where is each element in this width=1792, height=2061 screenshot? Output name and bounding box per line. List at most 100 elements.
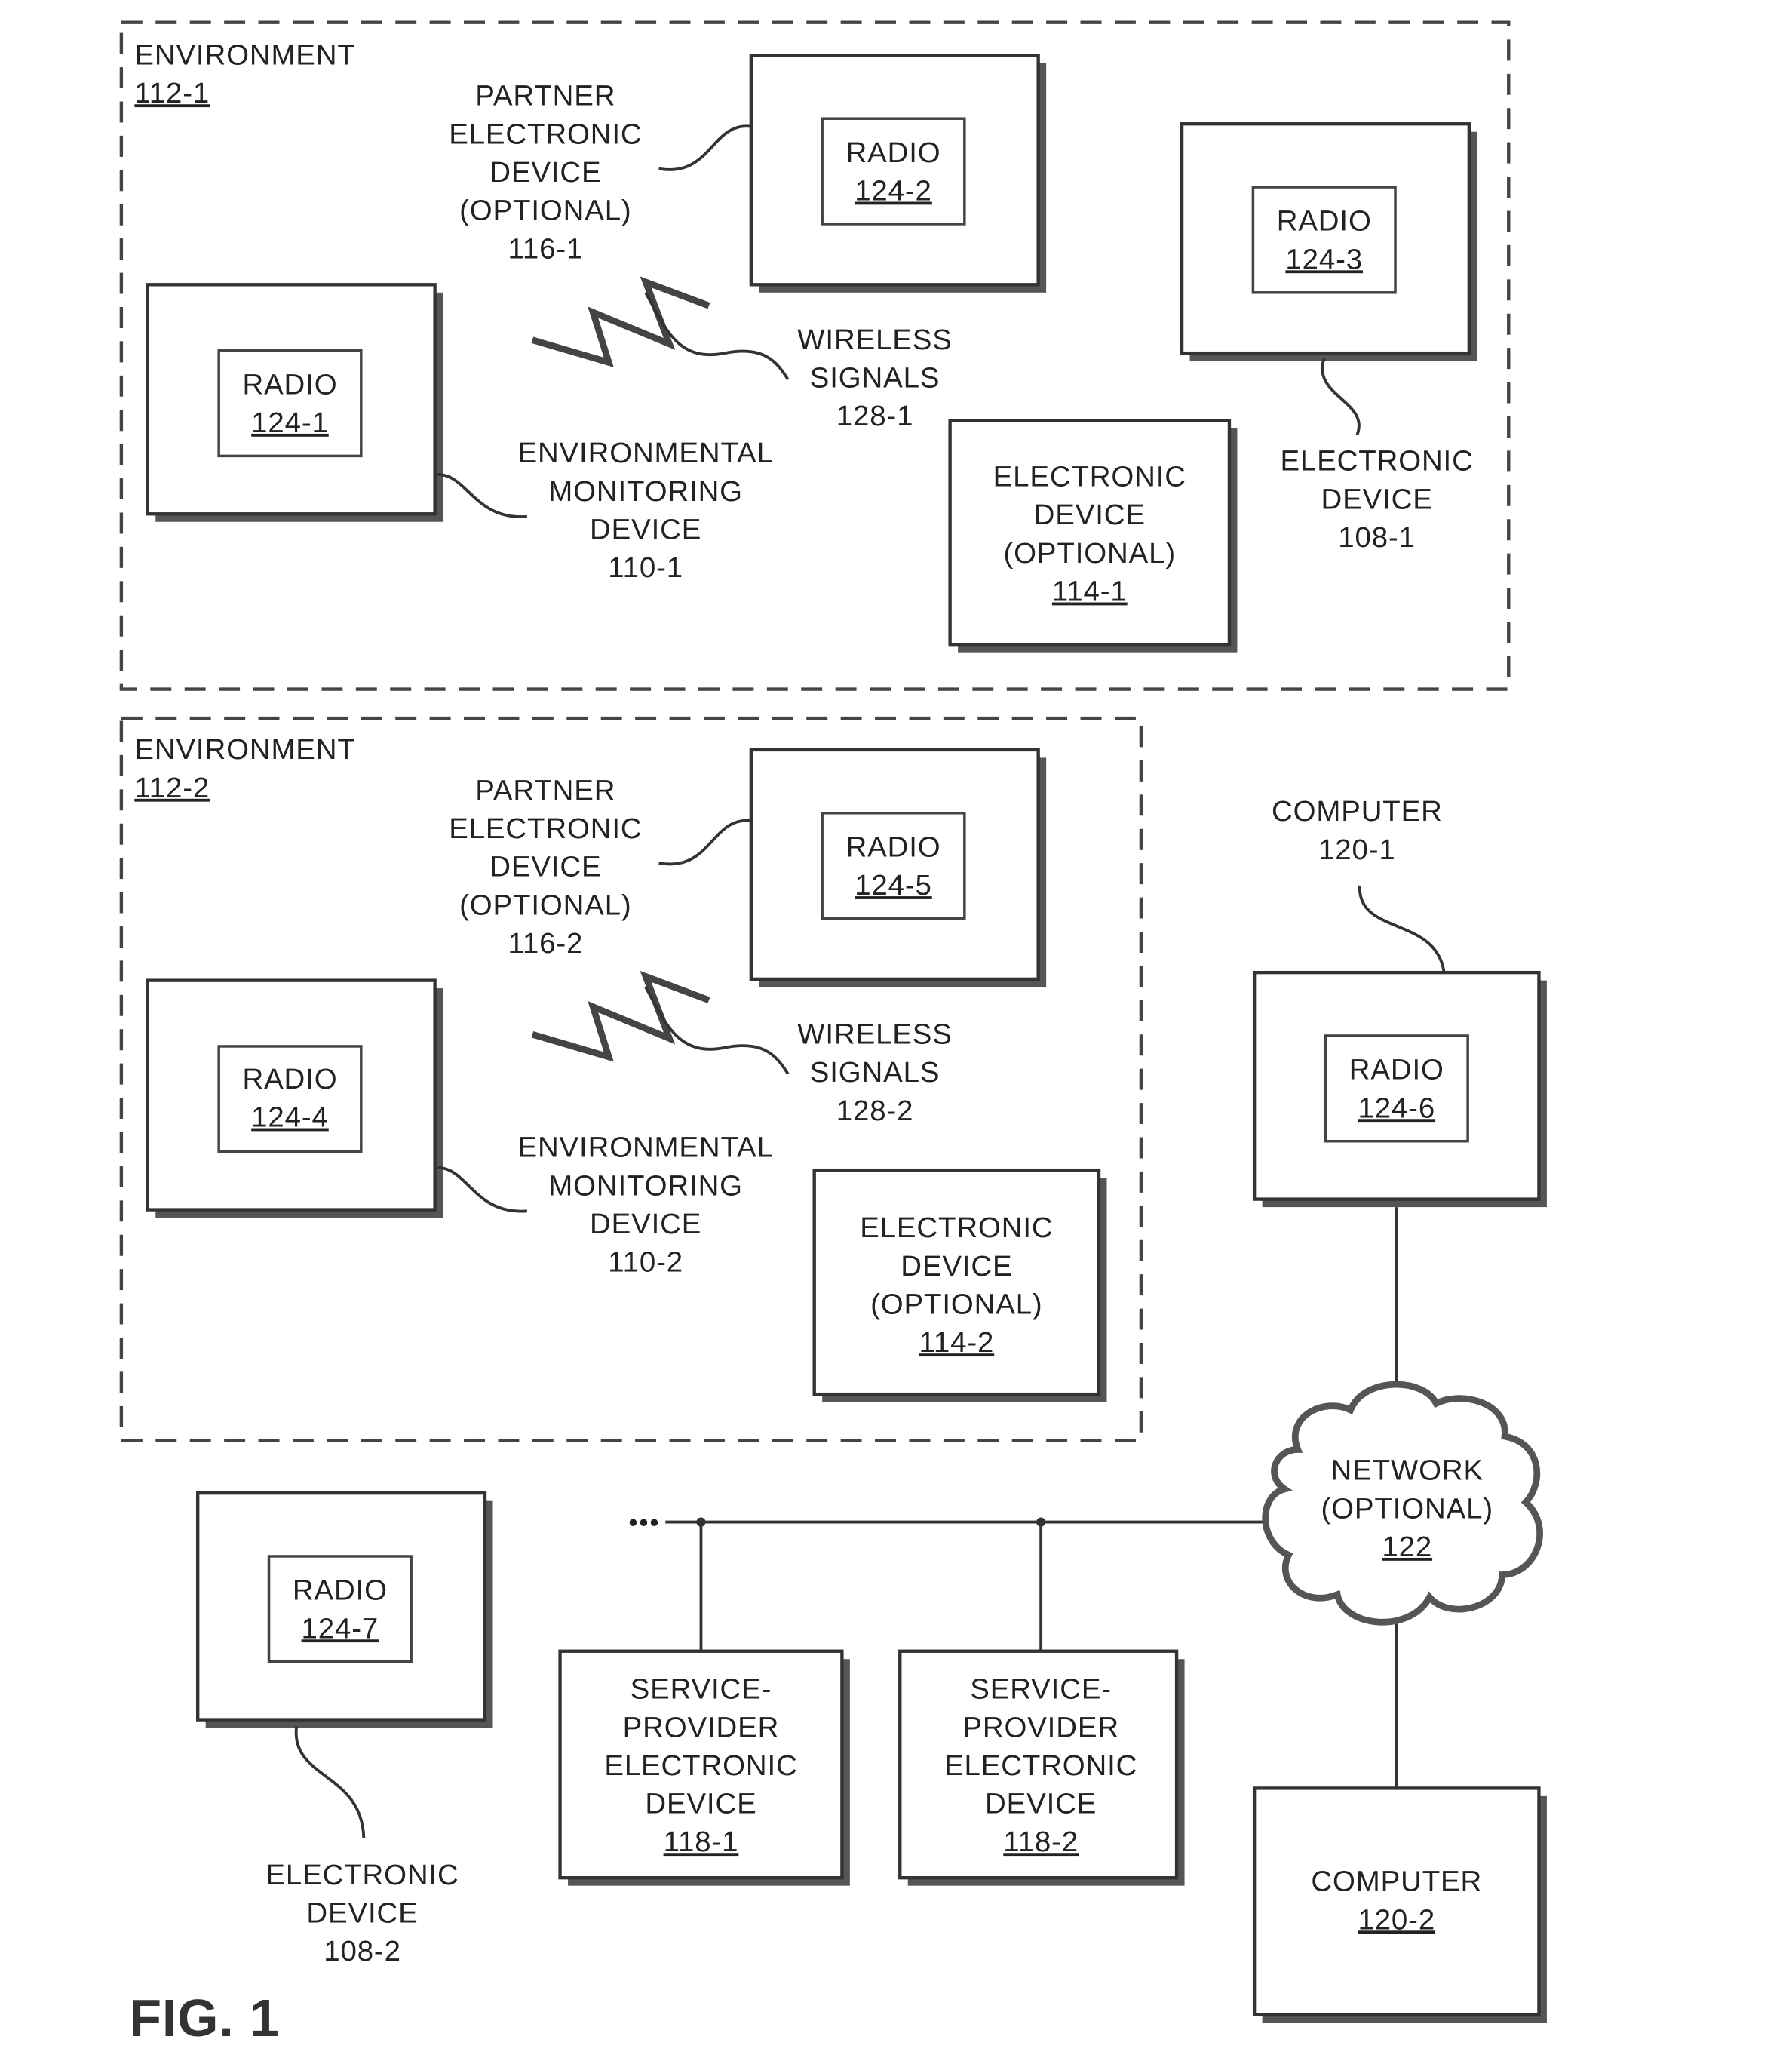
electronic-device-optional-114-1: ELECTRONIC DEVICE (OPTIONAL) 114-1 [948,419,1238,653]
callout-line: 128-1 [836,400,914,432]
box-line: ELECTRONIC [944,1749,1137,1782]
callout-line: PARTNER [475,774,615,806]
leader-line-120-1 [1358,885,1446,973]
service-provider-device-118-2: SERVICE- PROVIDER ELECTRONIC DEVICE 118-… [898,1649,1185,1886]
computer-120-1: RADIO 124-6 [1252,970,1547,1208]
leader-line-110-2 [437,1166,528,1213]
environment-112-1-title: ENVIRONMENT [134,39,355,72]
leader-line-108-1 [1321,358,1361,436]
callout-wireless-128-1: WIRELESS SIGNALS 128-1 [797,324,952,432]
callout-line: MONITORING [548,1169,743,1202]
radio-124-7 [267,1555,413,1663]
wireless-signal-icon-128-1 [531,276,710,367]
radio-124-2-label: RADIO [846,137,941,169]
callout-line: (OPTIONAL) [459,195,632,227]
box-line: DEVICE [1034,499,1146,531]
callout-partner-116-2: PARTNER ELECTRONIC DEVICE (OPTIONAL) 116… [449,774,642,960]
box-ref: 120-2 [1358,1903,1435,1936]
figure-label: FIG. 1 [129,1989,279,2047]
network-label: NETWORK [1331,1454,1484,1487]
electronic-device-108-2: RADIO 124-7 [196,1491,493,1728]
callout-line: ELECTRONIC [449,812,642,845]
callout-line: DEVICE [590,513,701,545]
radio-124-5-label: RADIO [846,831,941,863]
radio-124-3-label: RADIO [1277,205,1372,238]
box-line: (OPTIONAL) [1004,537,1177,570]
radio-124-4-ref: 124-4 [251,1101,329,1134]
radio-124-5 [821,812,966,920]
callout-wireless-128-2: WIRELESS SIGNALS 128-2 [797,1018,952,1126]
callout-line: PARTNER [475,80,615,112]
box-ref: 118-1 [664,1826,739,1858]
box-line: ELECTRONIC [604,1749,797,1782]
box-line: SERVICE- [631,1673,772,1706]
callout-line: DEVICE [489,851,601,883]
radio-124-4-label: RADIO [242,1063,337,1095]
junction-dot [696,1517,706,1527]
callout-line: SIGNALS [810,362,940,395]
callout-line: COMPUTER [1272,795,1443,828]
box-line: ELECTRONIC [860,1212,1053,1244]
callout-electronic-108-2: ELECTRONIC DEVICE 108-2 [265,1859,458,1967]
radio-124-1 [217,349,363,458]
wireless-signal-icon-128-2 [531,970,710,1062]
radio-124-7-ref: 124-7 [302,1612,379,1645]
callout-line: 110-1 [608,551,683,584]
radio-124-1-ref: 124-1 [251,407,329,439]
box-line: COMPUTER [1311,1866,1482,1898]
callout-line: 110-2 [608,1246,683,1279]
ellipsis-more-devices: ••• [628,1508,660,1537]
callout-line: SIGNALS [810,1056,940,1089]
radio-124-6 [1324,1034,1469,1143]
callout-line: ENVIRONMENTAL [517,1132,773,1164]
leader-line-110-1 [437,472,528,518]
callout-line: DEVICE [306,1897,418,1930]
callout-line: 116-2 [508,927,583,960]
box-line: SERVICE- [970,1673,1112,1706]
box-ref: 114-2 [919,1326,994,1359]
callout-line: ELECTRONIC [1280,445,1473,478]
callout-line: (OPTIONAL) [459,889,632,921]
callout-environmental-monitoring-110-2: ENVIRONMENTAL MONITORING DEVICE 110-2 [517,1132,773,1279]
callout-computer-120-1: COMPUTER 120-1 [1272,795,1443,866]
radio-124-2-ref: 124-2 [855,175,932,207]
box-line: PROVIDER [962,1711,1119,1743]
box-line: PROVIDER [623,1711,780,1743]
callout-line: DEVICE [590,1208,701,1240]
box-line: DEVICE [985,1788,1097,1820]
callout-line: MONITORING [548,475,743,508]
box-line: DEVICE [645,1788,756,1820]
system-diagram: ENVIRONMENT 112-1 ENVIRONMENT 112-2 RADI… [119,20,1547,2047]
leader-line-116-1 [658,124,752,171]
radio-124-3 [1251,186,1397,294]
radio-124-3-ref: 124-3 [1285,243,1363,275]
radio-124-1-label: RADIO [242,368,337,401]
environmental-monitoring-device-110-2: RADIO 124-4 [146,978,443,1218]
leader-line-116-2 [658,819,752,866]
box-line: (OPTIONAL) [870,1289,1043,1321]
radio-124-6-label: RADIO [1349,1054,1444,1086]
network-cloud-122: NETWORK (OPTIONAL) 122 [1262,1381,1543,1626]
callout-environmental-monitoring-110-1: ENVIRONMENTAL MONITORING DEVICE 110-1 [517,437,773,584]
callout-partner-116-1: PARTNER ELECTRONIC DEVICE (OPTIONAL) 116… [449,80,641,266]
box-line: DEVICE [901,1250,1012,1282]
network-label: (OPTIONAL) [1321,1492,1493,1525]
environmental-monitoring-device-110-1: RADIO 124-1 [146,283,443,522]
callout-line: 108-2 [324,1935,401,1967]
callout-line: WIRELESS [797,1018,952,1050]
box-ref: 118-2 [1003,1826,1079,1858]
callout-line: 128-2 [836,1095,914,1127]
service-provider-device-118-1: SERVICE- PROVIDER ELECTRONIC DEVICE 118-… [558,1649,850,1886]
callout-line: DEVICE [489,156,601,189]
electronic-device-optional-114-2: ELECTRONIC DEVICE (OPTIONAL) 114-2 [812,1168,1107,1402]
radio-124-2 [821,117,966,226]
callout-line: ENVIRONMENTAL [517,437,773,469]
radio-124-6-ref: 124-6 [1358,1092,1435,1124]
callout-electronic-108-1: ELECTRONIC DEVICE 108-1 [1280,445,1473,554]
box-ref: 114-1 [1052,576,1128,608]
leader-line-108-2 [294,1726,366,1838]
callout-line: DEVICE [1321,483,1432,515]
callout-line: 116-1 [508,232,583,265]
callout-line: 120-1 [1318,834,1396,866]
environment-112-2-title: ENVIRONMENT [134,733,355,766]
